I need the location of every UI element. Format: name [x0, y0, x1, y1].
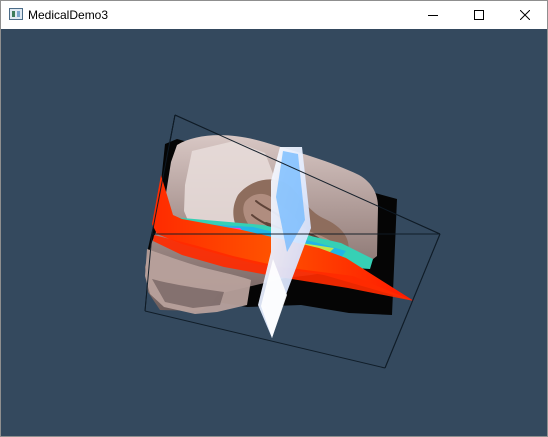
title-bar[interactable]: MedicalDemo3 — [1, 1, 547, 29]
window-title: MedicalDemo3 — [28, 8, 109, 22]
application-window: MedicalDemo3 — [0, 0, 548, 437]
minimize-icon — [427, 15, 438, 16]
close-icon — [519, 10, 530, 20]
maximize-icon — [473, 10, 484, 20]
close-button[interactable] — [502, 1, 547, 29]
app-window-icon — [9, 8, 23, 20]
minimize-button[interactable] — [410, 1, 455, 29]
maximize-button[interactable] — [456, 1, 501, 29]
render-viewport[interactable] — [1, 29, 547, 436]
medical-volume-scene[interactable] — [1, 29, 547, 436]
